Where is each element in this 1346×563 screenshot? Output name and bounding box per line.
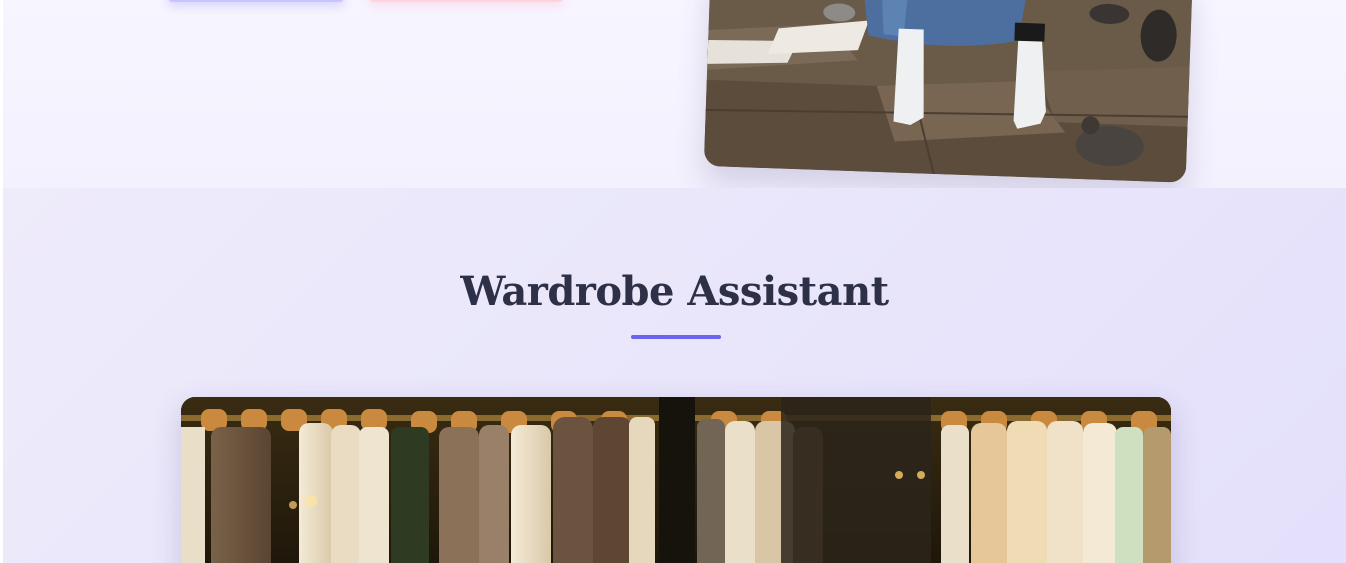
clothing-rack-illustration: [181, 397, 1171, 563]
section-title: Wardrobe Assistant: [460, 268, 889, 315]
street-style-illustration: [703, 0, 1193, 183]
hero-secondary-button[interactable]: [368, 0, 564, 2]
clothing-rack-photo: [181, 397, 1171, 563]
title-underline: [631, 335, 721, 339]
hero-fashion-photo: [703, 0, 1193, 183]
wardrobe-assistant-section: Wardrobe Assistant: [3, 188, 1346, 563]
hero-section: [3, 0, 1346, 188]
hero-primary-button[interactable]: [167, 0, 345, 2]
